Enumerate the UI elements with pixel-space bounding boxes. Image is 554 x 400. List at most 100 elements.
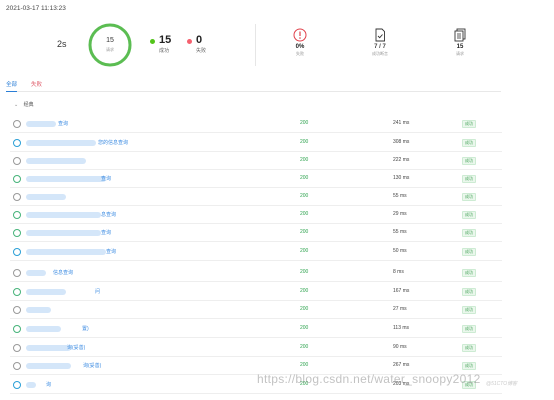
status-code: 200 (300, 269, 309, 275)
status-badge: 成功 (462, 157, 476, 165)
request-row[interactable]: 查询 200 55 ms 成功 (10, 224, 502, 242)
status-badge: 成功 (462, 306, 476, 314)
request-list: 查询 200 241 ms 成功 您的信息查询 200 308 ms 成功 200 222 ms 成… (0, 0, 554, 400)
status-badge: 成功 (462, 229, 476, 237)
status-badge: 成功 (462, 139, 476, 147)
request-name[interactable]: 问 (95, 288, 100, 295)
row-index-circle (13, 248, 21, 256)
response-time: 90 ms (393, 344, 407, 350)
row-index-circle (13, 175, 21, 183)
request-name[interactable]: 查询 (101, 175, 111, 182)
response-time: 55 ms (393, 193, 407, 199)
request-row[interactable]: 置) 200 113 ms 成功 (10, 320, 502, 338)
status-badge: 成功 (462, 325, 476, 333)
request-name[interactable]: 息查询 (101, 211, 116, 218)
status-badge: 成功 (462, 344, 476, 352)
row-index-circle (13, 325, 21, 333)
response-time: 113 ms (393, 325, 410, 331)
status-code: 200 (300, 211, 309, 217)
status-badge: 成功 (462, 362, 476, 370)
request-name[interactable]: 查询 (101, 229, 111, 236)
status-badge: 成功 (462, 120, 476, 128)
request-row[interactable]: 200 222 ms 成功 (10, 152, 502, 170)
redacted-text-blur (26, 212, 101, 218)
response-time: 130 ms (393, 175, 410, 181)
redacted-text-blur (26, 307, 51, 313)
redacted-text-blur (26, 270, 46, 276)
status-code: 200 (300, 139, 309, 145)
response-time: 222 ms (393, 157, 410, 163)
response-time: 55 ms (393, 229, 407, 235)
redacted-text-blur (26, 121, 56, 127)
row-index-circle (13, 269, 21, 277)
response-time: 50 ms (393, 248, 407, 254)
row-index-circle (13, 120, 21, 128)
status-code: 200 (300, 325, 309, 331)
response-time: 267 ms (393, 362, 410, 368)
redacted-text-blur (26, 289, 66, 295)
request-row[interactable]: 查询 200 241 ms 成功 (10, 115, 502, 133)
status-code: 200 (300, 362, 309, 368)
row-index-circle (13, 229, 21, 237)
request-row[interactable]: 息查询 200 29 ms 成功 (10, 206, 502, 224)
request-row[interactable]: 200 55 ms 成功 (10, 188, 502, 206)
row-index-circle (13, 362, 21, 370)
redacted-text-blur (26, 140, 96, 146)
status-badge: 成功 (462, 269, 476, 277)
redacted-text-blur (26, 326, 61, 332)
response-time: 167 ms (393, 288, 410, 294)
status-code: 200 (300, 344, 309, 350)
redacted-text-blur (26, 363, 71, 369)
row-index-circle (13, 211, 21, 219)
request-row[interactable]: 200 27 ms 成功 (10, 301, 502, 319)
response-time: 27 ms (393, 306, 407, 312)
status-badge: 成功 (462, 175, 476, 183)
row-index-circle (13, 344, 21, 352)
status-badge: 成功 (462, 288, 476, 296)
request-name[interactable]: 查询 (106, 248, 116, 255)
status-code: 200 (300, 248, 309, 254)
request-name[interactable]: 您的信息查询 (98, 139, 128, 146)
status-badge: 成功 (462, 193, 476, 201)
request-row[interactable]: 问 200 167 ms 成功 (10, 283, 502, 301)
status-code: 200 (300, 288, 309, 294)
redacted-text-blur (26, 230, 101, 236)
request-name[interactable]: 信息查询 (53, 269, 73, 276)
row-index-circle (13, 157, 21, 165)
request-row[interactable]: 查询 200 130 ms 成功 (10, 170, 502, 188)
response-time: 241 ms (393, 120, 410, 126)
request-row[interactable]: 查询 200 50 ms 成功 (10, 243, 502, 261)
row-index-circle (13, 139, 21, 147)
row-index-circle (13, 193, 21, 201)
request-name[interactable]: 置) (82, 325, 89, 332)
row-index-circle (13, 306, 21, 314)
redacted-text-blur (26, 382, 36, 388)
request-row[interactable]: 询(妥善) 200 90 ms 成功 (10, 339, 502, 357)
response-time: 8 ms (393, 269, 404, 275)
request-name[interactable]: 询 (46, 381, 51, 388)
request-name[interactable]: 询(妥善) (67, 344, 85, 351)
status-badge: 成功 (462, 211, 476, 219)
redacted-text-blur (26, 249, 106, 255)
row-index-circle (13, 381, 21, 389)
status-code: 200 (300, 120, 309, 126)
status-code: 200 (300, 175, 309, 181)
redacted-text-blur (26, 345, 71, 351)
status-code: 200 (300, 193, 309, 199)
response-time: 308 ms (393, 139, 410, 145)
redacted-text-blur (26, 194, 66, 200)
request-name[interactable]: 查询 (58, 120, 68, 127)
status-badge: 成功 (462, 248, 476, 256)
response-time: 29 ms (393, 211, 407, 217)
status-code: 200 (300, 157, 309, 163)
watermark: https://blog.csdn.net/water_snoopy2012 (257, 372, 481, 386)
corner-watermark: @51CTO博客 (486, 381, 518, 387)
request-name[interactable]: 询(妥善) (83, 362, 101, 369)
request-row[interactable]: 您的信息查询 200 308 ms 成功 (10, 134, 502, 152)
redacted-text-blur (26, 158, 86, 164)
status-code: 200 (300, 229, 309, 235)
status-code: 200 (300, 306, 309, 312)
row-index-circle (13, 288, 21, 296)
request-row[interactable]: 信息查询 200 8 ms 成功 (10, 264, 502, 282)
redacted-text-blur (26, 176, 106, 182)
